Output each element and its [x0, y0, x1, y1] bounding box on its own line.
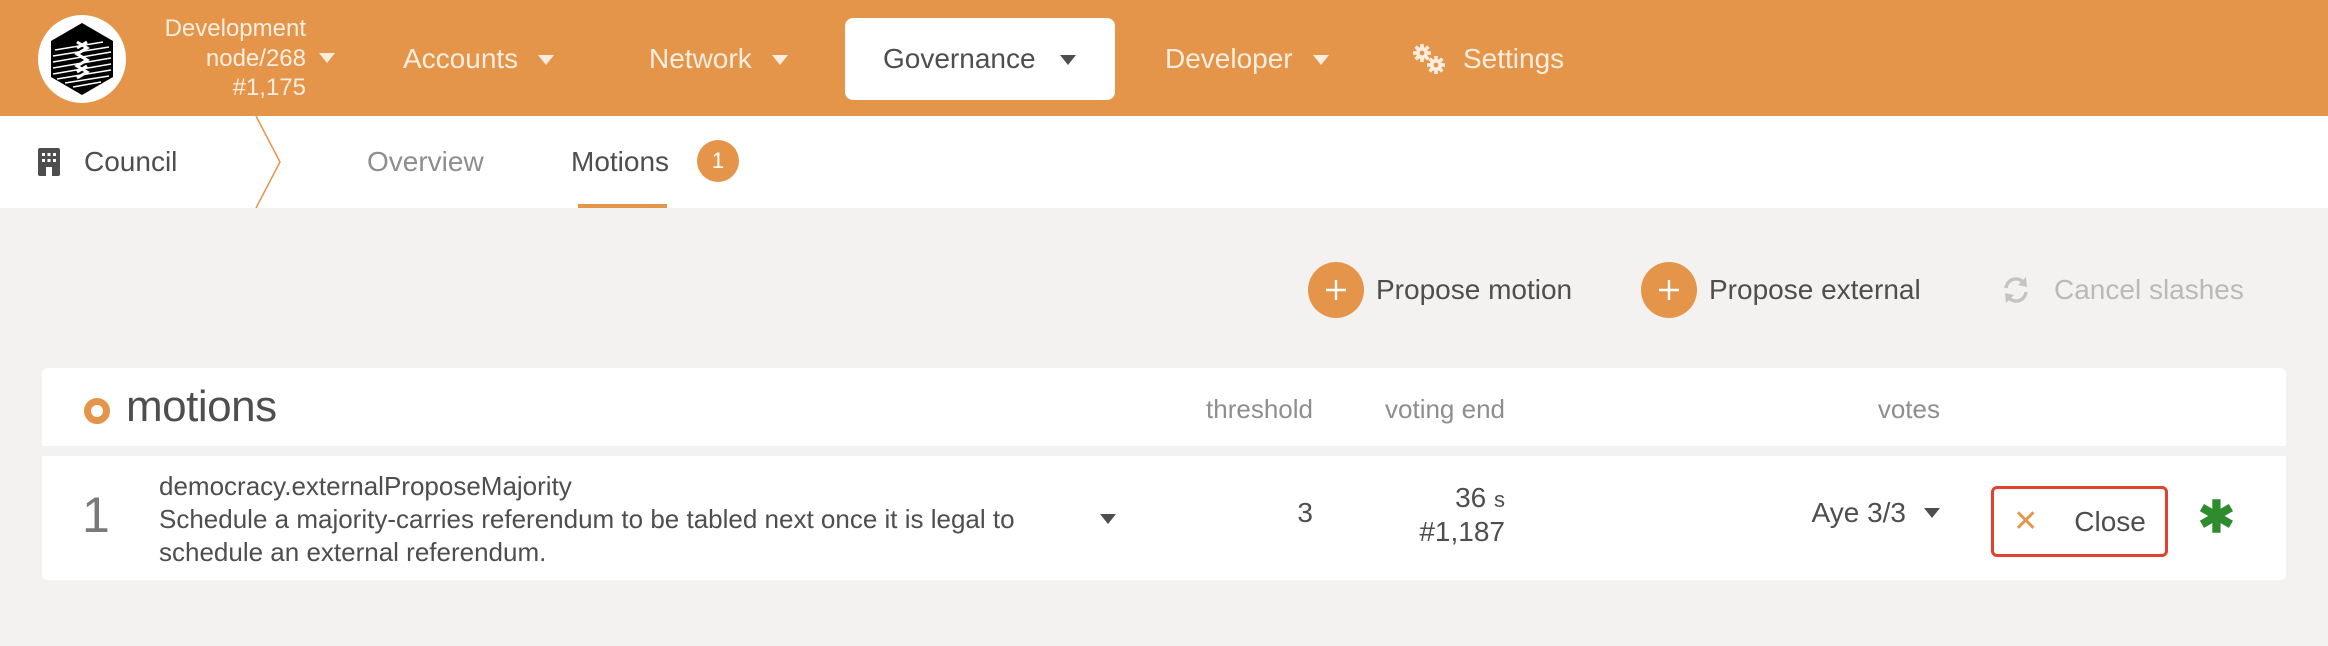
nav-settings[interactable]: Settings	[1411, 18, 1564, 100]
nav-accounts[interactable]: Accounts	[403, 18, 555, 100]
table-title: motions	[126, 382, 277, 431]
cancel-slashes-button[interactable]: Cancel slashes	[1996, 262, 2244, 318]
nav-network[interactable]: Network	[649, 18, 788, 100]
nav-network-label: Network	[649, 43, 752, 74]
nav-governance-label: Governance	[883, 43, 1036, 74]
nav-accounts-label: Accounts	[403, 43, 519, 74]
propose-motion-label: Propose motion	[1376, 274, 1573, 305]
cancel-slashes-label: Cancel slashes	[2054, 274, 2244, 305]
table-row: 1 democracy.externalProposeMajority Sche…	[42, 456, 2286, 580]
chain-dropdown-icon[interactable]	[319, 53, 335, 63]
motion-index: 1	[82, 487, 110, 543]
chain-name: Development	[164, 15, 306, 42]
asterisk-icon: ✱	[2198, 493, 2235, 542]
tab-motions-label: Motions	[571, 146, 670, 177]
voting-end-time: 36	[1455, 482, 1487, 513]
gears-icon	[1411, 43, 1447, 75]
caret-down-icon	[1924, 508, 1940, 518]
plus-icon	[1641, 262, 1697, 318]
motion-proposal: democracy.externalProposeMajority Schedu…	[159, 470, 1089, 569]
section-council: Council	[38, 116, 177, 208]
tab-motions[interactable]: Motions	[571, 116, 669, 208]
motions-table-header: motions threshold voting end votes	[42, 368, 2286, 446]
column-header-votes: votes	[1877, 394, 1940, 424]
tab-overview[interactable]: Overview	[367, 116, 484, 208]
chain-selector[interactable]: Development node/268 #1,175	[130, 14, 306, 103]
tab-overview-label: Overview	[367, 146, 484, 177]
propose-external-button[interactable]: Propose external	[1641, 262, 1921, 318]
close-icon: ✕	[2013, 504, 2039, 538]
voting-end-unit: s	[1494, 487, 1505, 512]
chain-node: node/268	[205, 44, 306, 72]
nav-governance[interactable]: Governance	[845, 18, 1115, 100]
substrate-logo-icon	[51, 23, 113, 95]
caret-down-icon	[1059, 55, 1076, 65]
motion-threshold: 3	[1297, 497, 1313, 528]
motion-voting-end: 36 s #1,187	[1419, 482, 1505, 548]
propose-external-label: Propose external	[1709, 274, 1921, 305]
caret-down-icon	[1312, 55, 1329, 65]
section-council-label: Council	[84, 146, 178, 177]
motion-method: democracy.externalProposeMajority	[159, 471, 572, 501]
chain-logo[interactable]	[38, 15, 126, 103]
voting-end-block: #1,187	[1419, 516, 1505, 547]
sub-navigation: Council Overview Motions	[0, 116, 2328, 208]
nav-developer-label: Developer	[1165, 43, 1293, 74]
motions-count-badge: 1	[697, 140, 739, 182]
votes-dropdown[interactable]: Aye 3/3	[1812, 497, 1940, 529]
breadcrumb-divider	[255, 116, 281, 208]
active-tab-indicator	[578, 204, 667, 208]
propose-motion-button[interactable]: Propose motion	[1308, 262, 1572, 318]
motion-description: Schedule a majority-carries referendum t…	[159, 504, 1015, 567]
votes-summary: Aye 3/3	[1811, 497, 1906, 528]
column-header-voting-end: voting end	[1385, 394, 1505, 424]
close-motion-button[interactable]: ✕ Close	[1991, 486, 2168, 557]
close-motion-label: Close	[2074, 505, 2146, 537]
nav-developer[interactable]: Developer	[1165, 18, 1329, 100]
caret-down-icon	[771, 55, 788, 65]
chain-block-number: #1,175	[232, 74, 306, 101]
nav-settings-label: Settings	[1463, 43, 1565, 74]
refresh-icon	[1996, 275, 2036, 305]
building-icon	[38, 148, 60, 176]
expand-proposal-icon[interactable]	[1100, 514, 1116, 524]
caret-down-icon	[538, 55, 555, 65]
circle-icon	[84, 398, 110, 424]
top-navigation-bar: Development node/268 #1,175 Accounts Net…	[0, 0, 2328, 116]
plus-icon	[1308, 262, 1364, 318]
column-header-threshold: threshold	[1206, 394, 1313, 424]
